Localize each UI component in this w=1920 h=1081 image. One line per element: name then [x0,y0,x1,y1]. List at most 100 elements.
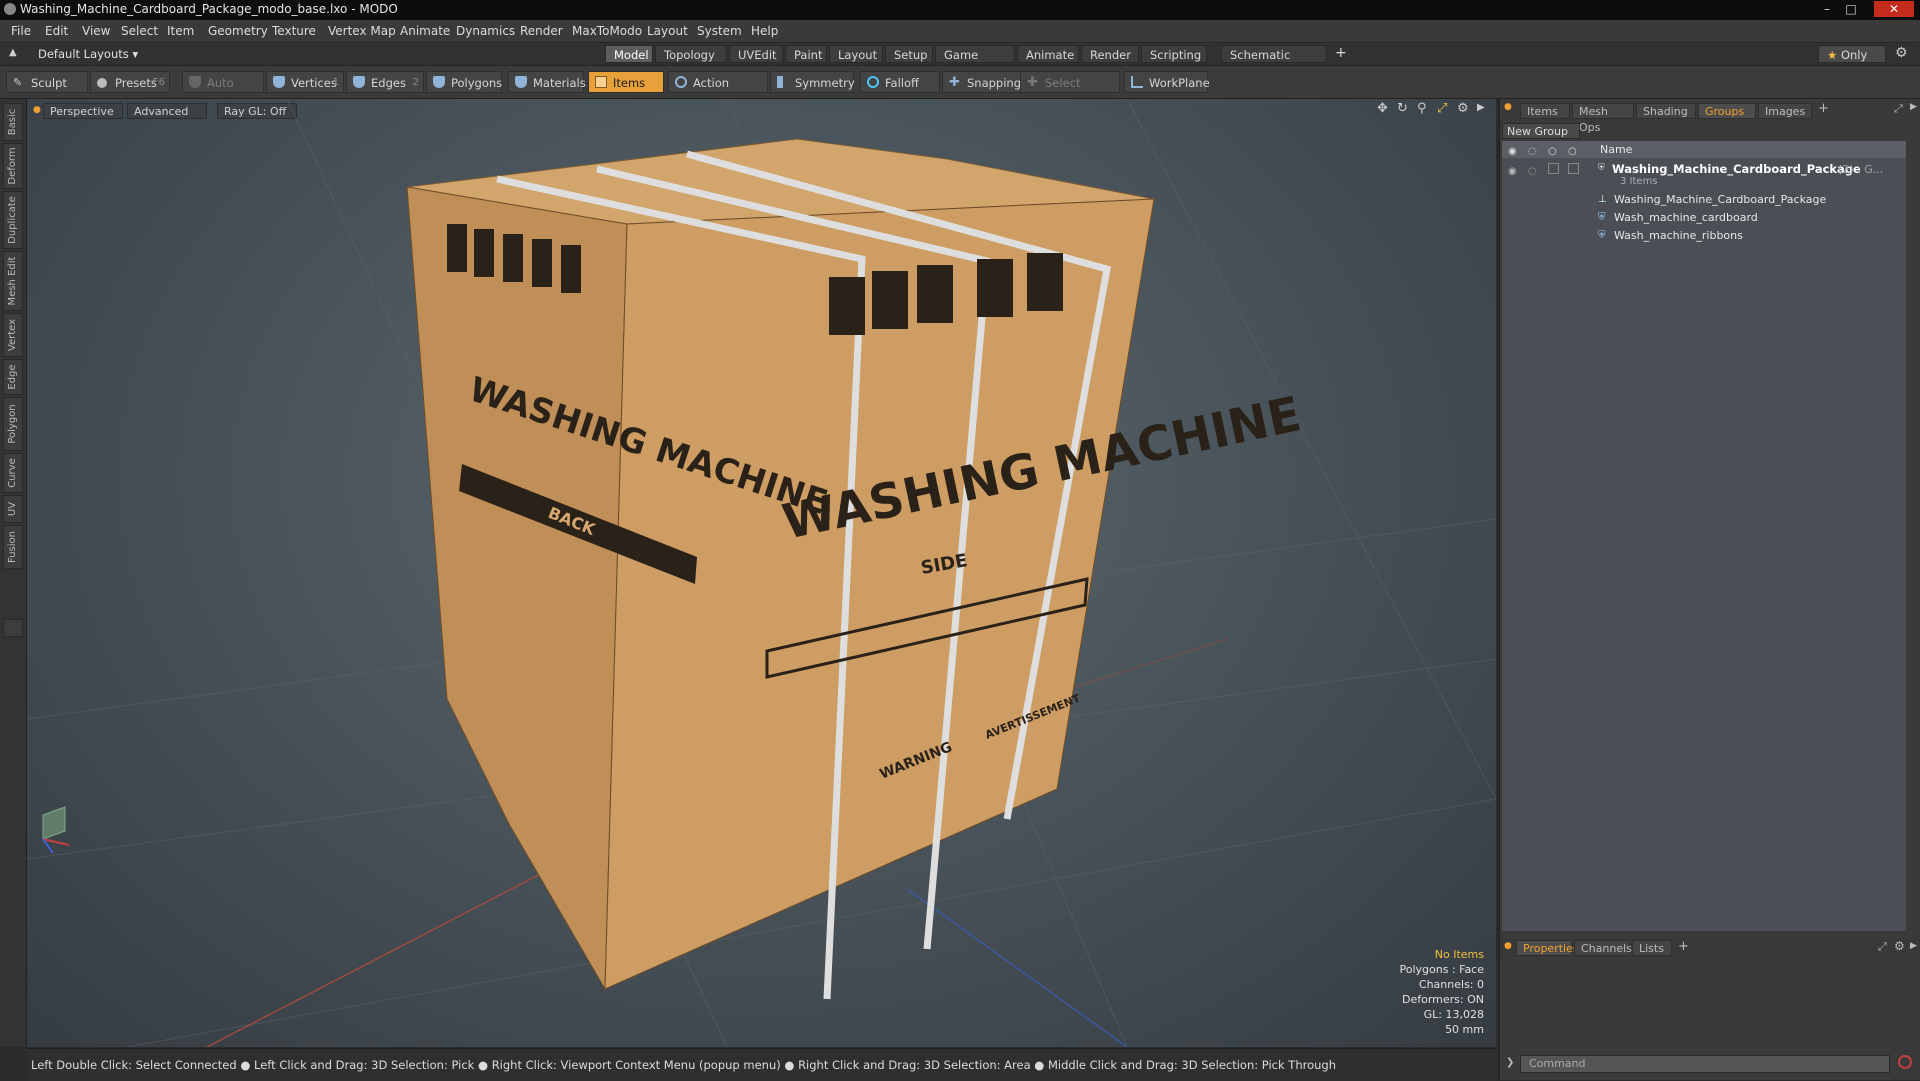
menu-file[interactable]: File [11,24,31,38]
3d-viewport[interactable]: ● Perspective Advanced Ray GL: Off ✥ ↻ ⚲… [27,99,1496,1047]
vtab-duplicate[interactable]: Duplicate [3,191,23,249]
menu-system[interactable]: System [697,24,742,38]
menu-render[interactable]: Render [520,24,563,38]
tab-model[interactable]: Model [605,45,653,63]
vtab-fusion[interactable]: Fusion [3,525,23,569]
groups-tree: ◉ ◌ ○ ○ Name ◉ ◌ ⛨ Washing_Machine_Cardb… [1502,141,1906,931]
only-toggle[interactable]: ★ Only [1818,45,1886,63]
props-gear-icon[interactable]: ⚙ [1894,939,1905,953]
panel-expand-icon[interactable]: ▶ [1910,102,1917,112]
group-visibility-eye-icon[interactable]: ◉ [1508,163,1520,177]
render-col-icon[interactable]: ◌ [1528,143,1540,157]
workplane-button[interactable]: WorkPlane [1124,71,1210,93]
falloff-button[interactable]: Falloff [860,71,940,93]
tab-topology[interactable]: Topology [655,45,727,63]
edges-shield-icon [353,76,365,88]
tab-lists[interactable]: Lists [1632,940,1672,956]
items-button[interactable]: Items [588,71,664,93]
menu-select[interactable]: Select [121,24,158,38]
materials-label: Materials [533,76,586,90]
menu-texture[interactable]: Texture [272,24,316,38]
tab-channels[interactable]: Channels [1574,940,1632,956]
tree-group-row[interactable]: ◉ ◌ ⛨ Washing_Machine_Cardboard_Package … [1502,161,1906,189]
tab-mesh-ops[interactable]: Mesh Ops [1572,103,1634,134]
polygons-button[interactable]: Polygons [426,71,502,93]
vertices-button[interactable]: Vertices 1 [266,71,344,93]
props-maximize-icon[interactable]: ⤢ [1878,940,1887,954]
add-tab-icon[interactable]: + [1335,45,1347,61]
tree-item-row[interactable]: ⛨ Wash_machine_cardboard [1502,209,1906,226]
left-tool-tabs: Basic Deform Duplicate Mesh Edit Vertex … [0,99,27,1047]
materials-button[interactable]: Materials [508,71,586,93]
layout-collapse-icon[interactable]: ▲ [9,47,17,58]
menu-view[interactable]: View [82,24,110,38]
vtab-curve[interactable]: Curve [3,453,23,493]
symmetry-button[interactable]: Symmetry [770,71,855,93]
panel-maximize-icon[interactable]: ⤢ [1894,102,1903,116]
gear-icon[interactable]: ⚙ [1895,45,1908,61]
command-stop-icon[interactable] [1898,1055,1912,1069]
action-center-button[interactable]: Action Center [668,71,768,112]
auto-select-button[interactable]: Auto Select [182,71,264,112]
menu-vertex-map[interactable]: Vertex Map [328,24,396,38]
tab-layout[interactable]: Layout [829,45,883,63]
menu-maxtomodo[interactable]: MaxToModo [572,24,642,38]
add-props-tab-icon[interactable]: + [1678,939,1689,954]
name-column-header[interactable]: Name [1600,141,1632,158]
tab-setup[interactable]: Setup [885,45,933,63]
menu-dynamics[interactable]: Dynamics [456,24,515,38]
tree-item-row[interactable]: ⛨ Wash_machine_ribbons [1502,227,1906,244]
group-render-icon[interactable]: ◌ [1528,163,1540,177]
visibility-col-icon[interactable]: ◉ [1508,143,1520,157]
vtab-vertex[interactable]: Vertex [3,313,23,357]
vtab-uv[interactable]: UV [3,495,23,523]
tab-schematic-fusion[interactable]: Schematic Fusion [1221,45,1327,80]
vtab-mesh-edit[interactable]: Mesh Edit [3,251,23,311]
tab-uvedit[interactable]: UVEdit [729,45,783,63]
tree-item-row[interactable]: ⊥ Washing_Machine_Cardboard_Package [1502,191,1906,208]
tab-items[interactable]: Items [1520,103,1570,119]
select-col-icon[interactable]: ○ [1568,143,1580,157]
panel-menu-icon[interactable]: ● [1504,102,1512,112]
tab-game-tools[interactable]: Game Tools [935,45,1015,80]
menu-animate[interactable]: Animate [400,24,450,38]
menu-geometry[interactable]: Geometry [208,24,268,38]
props-menu-icon[interactable]: ● [1504,941,1512,951]
edges-button[interactable]: Edges 2 [346,71,424,93]
new-group-button[interactable]: New Group [1502,123,1580,139]
menu-edit[interactable]: Edit [45,24,68,38]
tab-images[interactable]: Images [1758,103,1812,119]
lock-col-icon[interactable]: ○ [1548,143,1560,157]
minimize-button[interactable]: – [1816,1,1838,17]
menu-layout[interactable]: Layout [647,24,688,38]
group-count: 3 Items [1620,176,1658,187]
tab-paint[interactable]: Paint [785,45,827,63]
menu-item[interactable]: Item [167,24,194,38]
tab-animate[interactable]: Animate [1017,45,1079,63]
tab-properties[interactable]: Properties [1516,940,1579,956]
tab-shading[interactable]: Shading [1636,103,1696,119]
default-layouts-dropdown[interactable]: Default Layouts ▾ [38,47,138,61]
menu-help[interactable]: Help [751,24,778,38]
vtab-deform[interactable]: Deform [3,143,23,189]
properties-tab-bar: ● Properties Channels Lists + ⤢ ⚙ ▶ [1500,939,1920,957]
tab-render[interactable]: Render [1081,45,1139,63]
vtab-basic[interactable]: Basic [3,103,23,141]
group-lock-checkbox[interactable] [1548,163,1559,174]
add-panel-tab-icon[interactable]: + [1818,101,1829,116]
close-button[interactable]: ✕ [1874,1,1914,17]
presets-button[interactable]: Presets F6 [90,71,170,93]
command-expand-icon[interactable]: ❯ [1506,1057,1514,1068]
props-expand-icon[interactable]: ▶ [1910,941,1917,951]
vtab-extra-icon[interactable] [3,619,23,637]
tab-groups[interactable]: Groups [1698,103,1756,119]
command-input[interactable]: Command [1520,1055,1890,1073]
maximize-button[interactable]: □ [1840,1,1862,17]
select-through-button[interactable]: ✚Select Through [1020,71,1120,112]
sculpt-button[interactable]: ✎ Sculpt [6,71,88,93]
tab-scripting[interactable]: Scripting [1141,45,1207,63]
group-select-checkbox[interactable] [1568,163,1579,174]
vtab-edge[interactable]: Edge [3,359,23,395]
snapping-button[interactable]: ✚ Snapping [942,71,1026,93]
vtab-polygon[interactable]: Polygon [3,397,23,451]
